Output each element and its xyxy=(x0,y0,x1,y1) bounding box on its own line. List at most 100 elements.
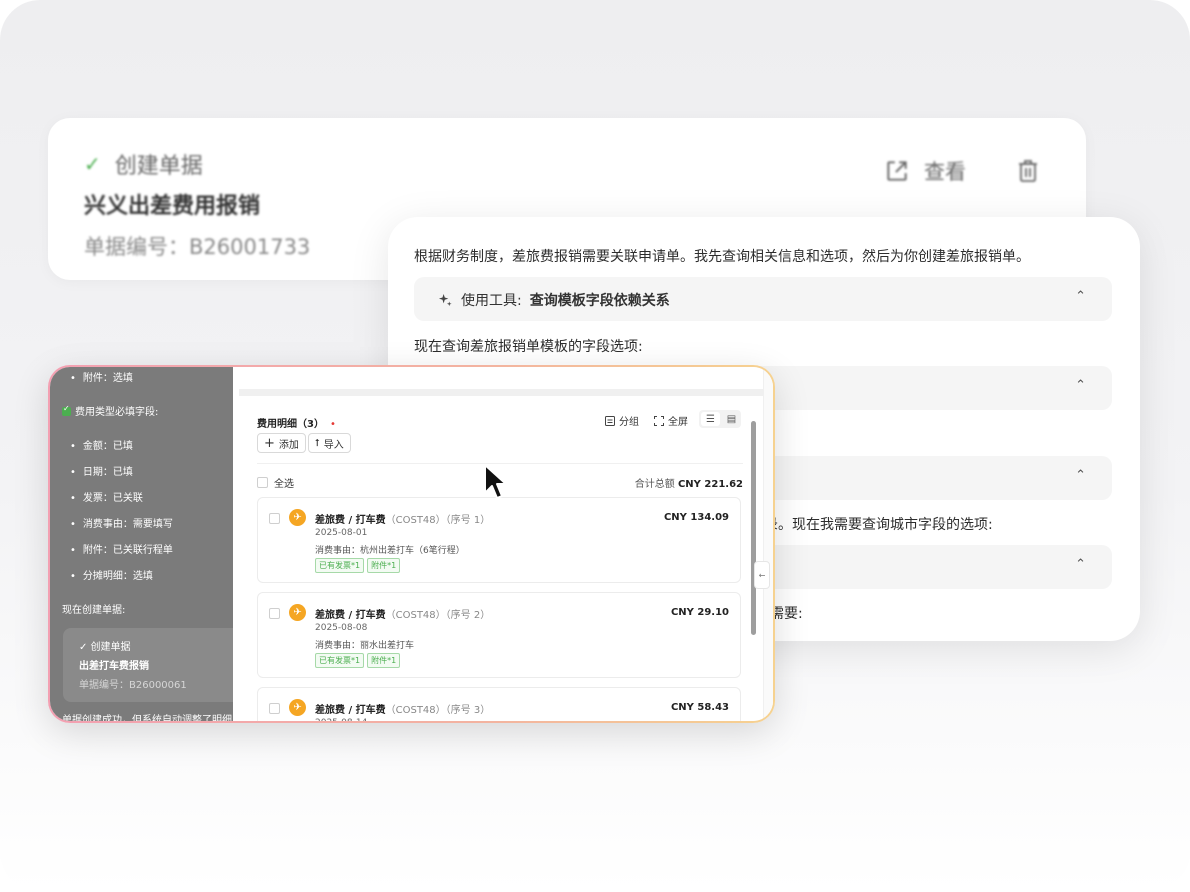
expense-item[interactable]: ✈ 差旅费 / 打车费（COST48）（序号 3） CNY 58.43 2025… xyxy=(257,687,741,721)
field-item: 分摊明细：选填 xyxy=(70,567,153,582)
item-code: （COST48） xyxy=(385,515,446,526)
mini-status: ✓ 创建单据 xyxy=(79,642,131,653)
doc-status: ✓ 创建单据 xyxy=(84,148,203,180)
item-seq: （序号 1） xyxy=(445,515,491,526)
item-name: 差旅费 / 打车费（COST48）（序号 3） xyxy=(315,701,490,716)
item-amount: CNY 134.09 xyxy=(663,512,729,523)
checkbox-checked-icon xyxy=(62,404,71,416)
chevron-up-icon[interactable]: ⌃ xyxy=(1075,557,1086,572)
fullscreen-icon xyxy=(654,415,664,426)
item-category: 差旅费 / 打车费 xyxy=(315,515,386,526)
item-date: 2025-08-01 xyxy=(315,528,368,538)
sparkle-icon xyxy=(438,293,452,306)
invoice-tag: 已有发票*1 xyxy=(315,558,365,573)
item-date: 2025-08-14 xyxy=(315,718,367,721)
invoice-tag: 已有发票*1 xyxy=(315,653,365,668)
check-icon: ✓ xyxy=(84,152,101,176)
required-mark: • xyxy=(329,419,336,430)
scrollbar-thumb[interactable] xyxy=(751,421,756,635)
item-amount: CNY 29.10 xyxy=(670,607,729,618)
required-heading-label: 费用类型必填字段: xyxy=(75,407,159,418)
scrollbar-track[interactable] xyxy=(763,367,773,721)
import-button[interactable]: ⭡ 导入 xyxy=(308,433,351,453)
mini-doc-number: 单据编号：B26000061 xyxy=(79,680,187,691)
expense-card: 附件：选填 费用类型必填字段: 金额：已填 日期：已填 发票：已关联 消费事由：… xyxy=(48,365,775,723)
side-panel: 附件：选填 费用类型必填字段: 金额：已填 日期：已填 发票：已关联 消费事由：… xyxy=(50,367,263,721)
item-checkbox[interactable] xyxy=(269,513,280,524)
item-code: （COST48） xyxy=(385,705,446,716)
expense-item[interactable]: ✈ 差旅费 / 打车费（COST48）（序号 1） CNY 134.09 202… xyxy=(257,497,741,583)
group-button[interactable]: 分组 xyxy=(605,413,639,428)
field-item: 日期：已填 xyxy=(70,463,133,478)
import-label: 导入 xyxy=(323,439,344,451)
fullscreen-button[interactable]: 全屏 xyxy=(654,413,688,428)
mini-title: 出差打车费报销 xyxy=(79,661,149,672)
select-all-label: 全选 xyxy=(274,479,294,490)
fullscreen-label: 全屏 xyxy=(668,417,688,428)
item-tags: 已有发票*1 附件*1 xyxy=(315,558,401,573)
field-item: 消费事由：需要填写 xyxy=(70,515,173,530)
expense-detail-panel: 费用明细（3） • + 添加 ⭡ 导入 分组 全屏 ☰ ▤ 全选 合计总额 CN… xyxy=(233,367,773,721)
plus-icon: + xyxy=(264,435,275,451)
item-checkbox[interactable] xyxy=(269,703,280,714)
field-item: 附件：已关联行程单 xyxy=(70,541,173,556)
item-name: 差旅费 / 打车费（COST48）（序号 2） xyxy=(315,606,490,621)
chat-line-partial: 录。现在我需要查询城市字段的选项: xyxy=(764,517,993,533)
doc-number: 单据编号：B26001733 xyxy=(84,235,311,259)
expense-title: 费用明细（3） • xyxy=(257,415,336,430)
doc-title: 兴义出差费用报销 xyxy=(84,194,261,219)
item-name: 差旅费 / 打车费（COST48）（序号 1） xyxy=(315,511,490,526)
add-button[interactable]: + 添加 xyxy=(257,433,306,453)
item-reason: 消费事由：丽水出差打车 xyxy=(315,641,415,651)
top-strip xyxy=(239,389,763,396)
chat-query-text: 现在查询差旅报销单模板的字段选项: xyxy=(414,339,643,355)
add-label: 添加 xyxy=(278,439,299,451)
mouse-cursor-icon xyxy=(484,464,507,499)
item-category: 差旅费 / 打车费 xyxy=(315,705,386,716)
expense-title-label: 费用明细（3） xyxy=(257,419,324,430)
view-label: 查看 xyxy=(924,160,966,184)
item-checkbox[interactable] xyxy=(269,608,280,619)
chevron-up-icon[interactable]: ⌃ xyxy=(1075,289,1086,304)
collapse-arrow-icon[interactable]: ← xyxy=(754,561,770,589)
item-category: 差旅费 / 打车费 xyxy=(315,610,386,621)
chat-intro: 根据财务制度，差旅费报销需要关联申请单。我先查询相关信息和选项，然后为你创建差旅… xyxy=(414,249,1030,265)
select-all[interactable]: 全选 xyxy=(257,475,294,490)
plane-icon: ✈ xyxy=(289,699,306,716)
item-tags: 已有发票*1 附件*1 xyxy=(315,653,401,668)
item-date: 2025-08-08 xyxy=(315,623,368,633)
upload-icon: ⭡ xyxy=(315,437,320,449)
doc-actions: 查看 xyxy=(884,156,1040,186)
field-item: 发票：已关联 xyxy=(70,489,143,504)
doc-status-label: 创建单据 xyxy=(114,154,203,179)
chevron-up-icon[interactable]: ⌃ xyxy=(1075,468,1086,483)
required-heading: 费用类型必填字段: xyxy=(62,403,158,418)
attachment-tag: 附件*1 xyxy=(367,558,401,573)
select-all-checkbox[interactable] xyxy=(257,477,268,488)
creating-text: 现在创建单据: xyxy=(62,605,126,616)
total-amount: 合计总额 CNY 221.62 xyxy=(635,475,743,490)
view-button[interactable]: 查看 xyxy=(884,156,966,186)
tool-call-bar[interactable]: 使用工具: 查询模板字段依赖关系 ⌃ xyxy=(414,277,1112,321)
plane-icon: ✈ xyxy=(289,509,306,526)
list-view-icon[interactable]: ☰ xyxy=(701,412,720,426)
item-code: （COST48） xyxy=(385,610,446,621)
bottom-text: 单据创建成功，但系统自动调整了明细 xyxy=(62,715,232,721)
total-value: CNY 221.62 xyxy=(677,479,743,490)
view-toggle[interactable]: ☰ ▤ xyxy=(699,410,741,428)
item-seq: （序号 2） xyxy=(445,610,491,621)
plane-icon: ✈ xyxy=(289,604,306,621)
item-seq: （序号 3） xyxy=(445,705,491,716)
item-reason: 消费事由：杭州出差打车（6笔行程） xyxy=(315,546,465,556)
total-label: 合计总额 xyxy=(634,479,675,490)
item-amount: CNY 58.43 xyxy=(670,702,729,713)
card-view-icon[interactable]: ▤ xyxy=(722,410,741,428)
expense-item[interactable]: ✈ 差旅费 / 打车费（COST48）（序号 2） CNY 29.10 2025… xyxy=(257,592,741,678)
external-link-icon xyxy=(887,161,907,181)
attach-line: 附件：选填 xyxy=(70,369,133,384)
trash-icon[interactable] xyxy=(1016,158,1040,184)
chevron-up-icon[interactable]: ⌃ xyxy=(1075,378,1086,393)
group-icon xyxy=(605,415,615,426)
field-item: 金额：已填 xyxy=(70,437,133,452)
tool-prefix: 使用工具: xyxy=(461,293,522,309)
